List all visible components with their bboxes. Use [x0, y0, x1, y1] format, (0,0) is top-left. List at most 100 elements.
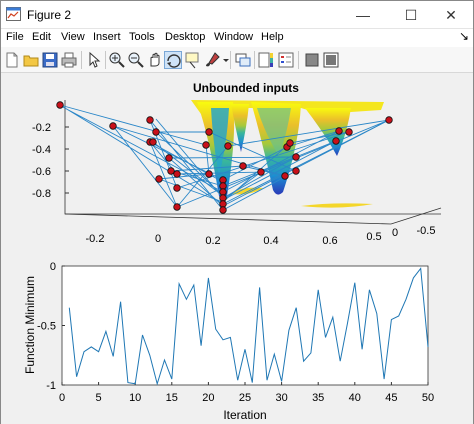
z-tick-label: -0.2: [32, 122, 51, 134]
marker: [335, 127, 343, 135]
marker: [165, 154, 173, 162]
figure-window: Figure 2 — ☐ ✕ File Edit View Insert Too…: [0, 0, 474, 424]
toolbar-separator: [105, 51, 106, 69]
title-bar[interactable]: Figure 2 — ☐ ✕: [1, 1, 473, 29]
z-tick-marks: [65, 126, 69, 194]
figure-canvas: Unbounded inputs -0.2 -0.4 -0.6 -0.8 -0.…: [1, 74, 473, 424]
window-title: Figure 2: [27, 8, 72, 22]
x-tick-label: 0.2: [205, 235, 220, 247]
z-tick-label: -0.4: [32, 144, 51, 156]
z-tick-label: -0.8: [32, 188, 51, 200]
close-button[interactable]: ✕: [429, 1, 473, 29]
y-tick-label: 0: [392, 227, 398, 239]
x-tick-label: 40: [349, 392, 361, 404]
hide-plot-tools-icon[interactable]: [303, 51, 321, 69]
rotate-3d-icon[interactable]: [164, 51, 182, 69]
new-figure-icon[interactable]: [3, 51, 21, 69]
x-tick-label: 15: [166, 392, 178, 404]
menu-view[interactable]: View: [61, 31, 85, 43]
x-tick-label: 0.6: [322, 235, 337, 247]
minimize-button[interactable]: —: [341, 1, 385, 29]
x-tick-label: 45: [385, 392, 397, 404]
marker: [281, 172, 289, 180]
marker: [167, 167, 175, 175]
x-tick-label: 0: [59, 392, 65, 404]
marker: [385, 116, 393, 124]
x-tick-label: 50: [422, 392, 434, 404]
marker: [205, 128, 213, 136]
marker: [152, 128, 160, 136]
toolbar-separator: [81, 51, 82, 69]
menu-desktop[interactable]: Desktop: [165, 31, 205, 43]
menu-edit[interactable]: Edit: [32, 31, 51, 43]
marker: [345, 128, 353, 136]
y-tick-label: -0.5: [37, 321, 56, 333]
menu-file[interactable]: File: [6, 31, 24, 43]
y-tick-label: 0.5: [366, 231, 381, 243]
save-icon[interactable]: [41, 51, 59, 69]
marker: [219, 206, 227, 214]
figure-toolbar: [1, 47, 473, 73]
print-icon[interactable]: [60, 51, 78, 69]
toolbar-separator: [298, 51, 299, 69]
marker: [292, 167, 300, 175]
expand-toolstrip-icon[interactable]: ↘: [459, 29, 469, 43]
matlab-figure-icon: [6, 7, 21, 21]
surface-plot-title: Unbounded inputs: [193, 81, 299, 95]
marker: [146, 116, 154, 124]
x-tick-label: 30: [275, 392, 287, 404]
x-axis-line: [64, 213, 392, 225]
show-plot-tools-icon[interactable]: [322, 51, 340, 69]
marker: [286, 139, 294, 147]
menu-bar: File Edit View Insert Tools Desktop Wind…: [1, 29, 473, 47]
y-axis-label: Function Minimum: [23, 276, 37, 374]
menu-tools[interactable]: Tools: [129, 31, 155, 43]
x-tick-label: 5: [96, 392, 102, 404]
y-tick-label: -0.5: [417, 225, 436, 237]
x-tick-label: 10: [129, 392, 141, 404]
x-tick-label: 20: [202, 392, 214, 404]
marker: [205, 170, 213, 178]
toolbar-separator: [254, 51, 255, 69]
link-plot-icon[interactable]: [234, 51, 252, 69]
insert-legend-icon[interactable]: [277, 51, 295, 69]
menu-window[interactable]: Window: [214, 31, 253, 43]
menu-help[interactable]: Help: [261, 31, 284, 43]
marker: [149, 138, 157, 146]
marker: [239, 162, 247, 170]
marker: [224, 142, 232, 150]
marker: [292, 153, 300, 161]
figure-svg: Unbounded inputs -0.2 -0.4 -0.6 -0.8 -0.…: [23, 81, 442, 422]
x-tick-label: 35: [312, 392, 324, 404]
marker: [173, 184, 181, 192]
data-cursor-icon[interactable]: [184, 51, 202, 69]
marker: [109, 122, 117, 130]
toolbar-separator: [230, 51, 231, 69]
open-file-icon[interactable]: [22, 51, 40, 69]
marker: [332, 137, 340, 145]
marker: [56, 101, 64, 109]
pan-icon[interactable]: [146, 51, 164, 69]
x-tick-label: 25: [239, 392, 251, 404]
y-tick-label: -1: [46, 380, 56, 392]
z-tick-label: -0.6: [32, 166, 51, 178]
y-axis-line: [390, 207, 442, 225]
maximize-button[interactable]: ☐: [389, 1, 433, 29]
x-tick-label: 0: [155, 233, 161, 245]
insert-colorbar-icon[interactable]: [257, 51, 275, 69]
x-axis-label: Iteration: [223, 408, 266, 422]
zoom-out-icon[interactable]: [127, 51, 145, 69]
marker: [202, 141, 210, 149]
marker: [257, 168, 265, 176]
pointer-icon[interactable]: [85, 51, 103, 69]
marker: [173, 203, 181, 211]
brush-dropdown-icon[interactable]: [217, 51, 229, 69]
y-tick-label: 0: [50, 261, 56, 273]
marker: [173, 170, 181, 178]
zoom-in-icon[interactable]: [108, 51, 126, 69]
menu-insert[interactable]: Insert: [93, 31, 121, 43]
surface-axes[interactable]: Unbounded inputs -0.2 -0.4 -0.6 -0.8 -0.…: [32, 81, 442, 247]
line-axes[interactable]: 0 5 10 15 20 25 30 35 40 45 50 0 -0.5 -1 Iteration Fu…: [23, 261, 434, 422]
marker: [155, 175, 163, 183]
x-tick-label: -0.2: [86, 233, 105, 245]
